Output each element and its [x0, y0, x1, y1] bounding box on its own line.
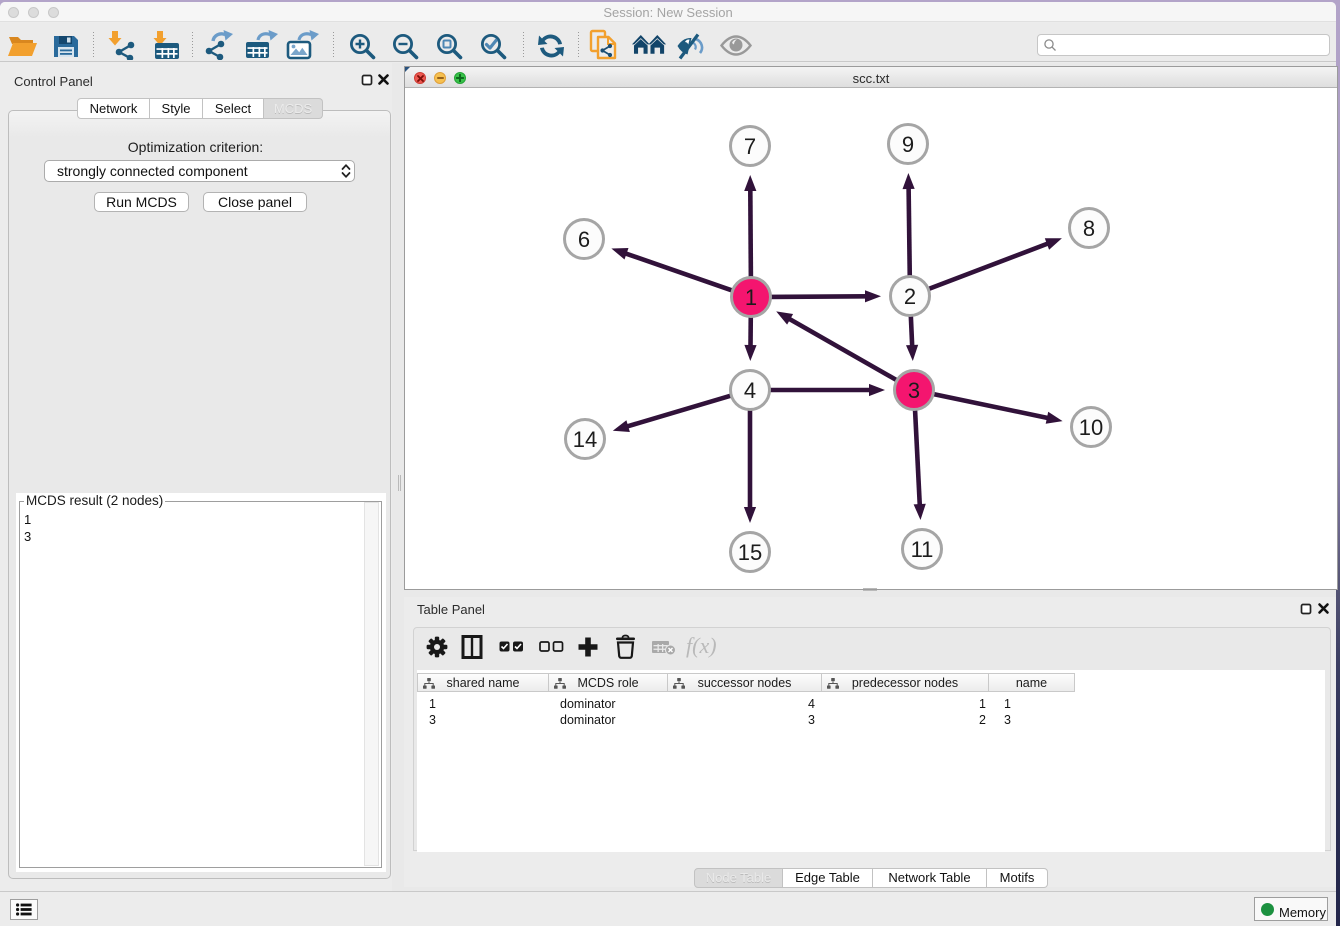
svg-text:1: 1: [745, 285, 757, 310]
svg-text:7: 7: [744, 134, 756, 159]
svg-text:4: 4: [744, 378, 756, 403]
svg-text:3: 3: [908, 378, 920, 403]
svg-text:2: 2: [904, 284, 916, 309]
svg-text:11: 11: [911, 537, 934, 562]
svg-text:14: 14: [573, 427, 597, 452]
svg-text:15: 15: [738, 540, 762, 565]
svg-text:6: 6: [578, 227, 590, 252]
svg-text:10: 10: [1079, 415, 1103, 440]
svg-text:8: 8: [1083, 216, 1095, 241]
svg-text:9: 9: [902, 132, 914, 157]
